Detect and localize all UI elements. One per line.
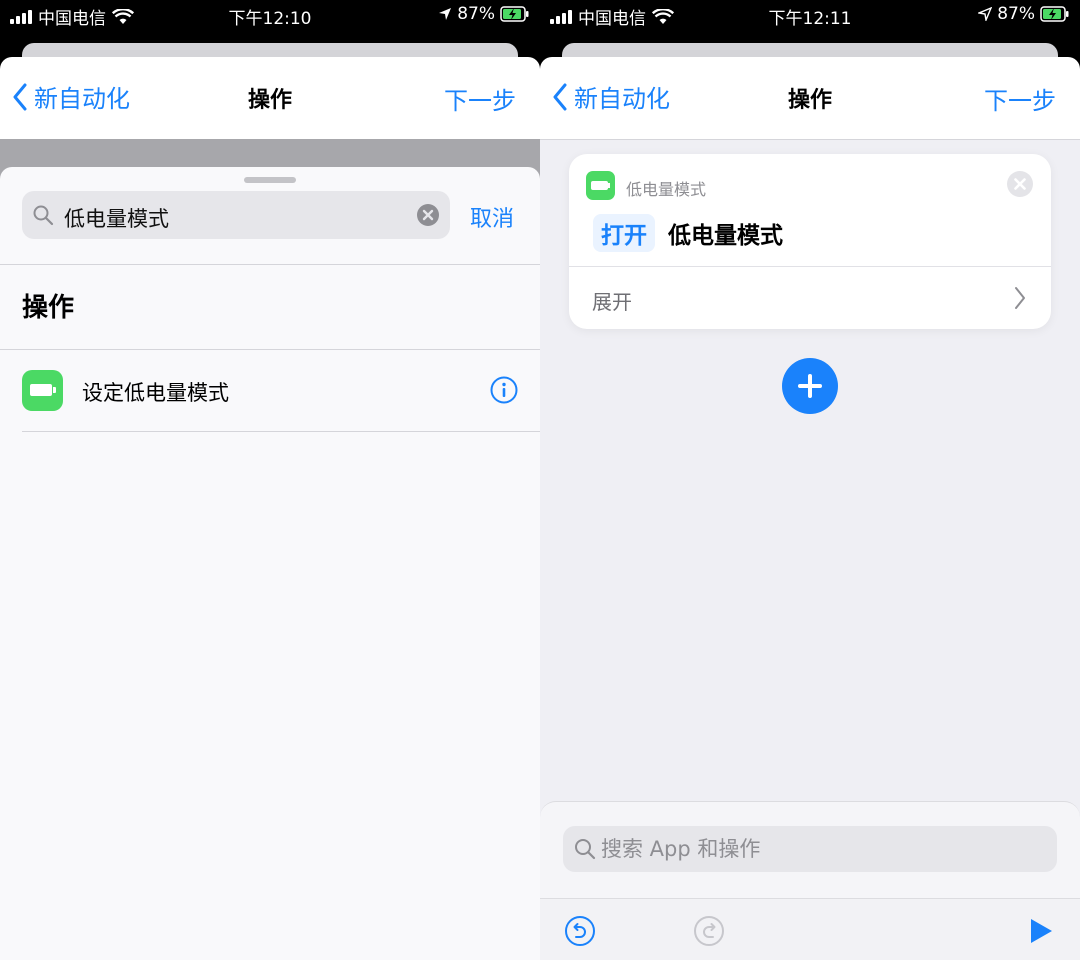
add-action-button[interactable] — [782, 358, 838, 414]
undo-icon[interactable] — [564, 915, 596, 947]
play-icon[interactable] — [1028, 917, 1054, 945]
list-item[interactable]: 设定低电量模式 — [0, 349, 540, 431]
battery-charging-icon — [1040, 6, 1069, 22]
divider — [0, 264, 540, 265]
right-screen: 中国电信 下午12:11 87% 新自动化 操作 下一步 低电量模式 打开 低电… — [540, 0, 1080, 960]
sheet-grabber[interactable] — [244, 177, 296, 183]
divider — [22, 431, 540, 432]
bottom-search-sheet — [540, 801, 1080, 960]
expand-button[interactable]: 展开 — [592, 286, 632, 315]
battery-percent: 87% — [997, 4, 1035, 24]
chevron-right-icon — [1015, 287, 1025, 309]
search-field[interactable] — [563, 826, 1057, 872]
battery-charging-icon — [500, 6, 529, 22]
search-input[interactable] — [601, 826, 1041, 872]
status-bar: 中国电信 下午12:11 87% — [540, 0, 1080, 34]
next-button[interactable]: 下一步 — [984, 81, 1056, 116]
battery-app-icon — [22, 370, 63, 411]
divider — [569, 266, 1051, 267]
action-parameter: 低电量模式 — [668, 223, 783, 249]
search-icon — [575, 839, 596, 860]
nav-bar: 新自动化 操作 下一步 — [0, 57, 540, 139]
cancel-button[interactable]: 取消 — [470, 201, 514, 233]
close-icon[interactable] — [1006, 170, 1034, 198]
status-bar: 中国电信 下午12:10 87% — [0, 0, 540, 34]
info-icon[interactable] — [490, 376, 518, 404]
nav-bar: 新自动化 操作 下一步 — [540, 57, 1080, 139]
location-icon — [439, 8, 452, 20]
search-icon — [33, 205, 54, 226]
workflow-editor: 低电量模式 打开 低电量模式 展开 — [540, 139, 1080, 960]
search-input[interactable]: 低电量模式 — [22, 191, 450, 239]
editor-toolbar — [540, 898, 1080, 960]
search-value: 低电量模式 — [64, 207, 169, 231]
action-search-sheet: 低电量模式 取消 操作 设定低电量模式 — [0, 167, 540, 960]
next-button[interactable]: 下一步 — [444, 81, 516, 116]
action-app-name: 低电量模式 — [626, 180, 707, 199]
section-title: 操作 — [22, 293, 75, 323]
list-item-label: 设定低电量模式 — [82, 381, 229, 405]
battery-app-icon — [586, 171, 615, 200]
location-icon — [978, 7, 993, 21]
left-screen: 中国电信 下午12:10 87% 新自动化 操作 下一步 低电量模式 取消 操作 — [0, 0, 540, 960]
clear-icon[interactable] — [416, 203, 440, 227]
action-card[interactable]: 低电量模式 打开 低电量模式 展开 — [569, 154, 1051, 329]
action-token[interactable]: 打开 — [593, 214, 655, 252]
battery-percent: 87% — [457, 4, 495, 24]
redo-icon[interactable] — [693, 915, 725, 947]
